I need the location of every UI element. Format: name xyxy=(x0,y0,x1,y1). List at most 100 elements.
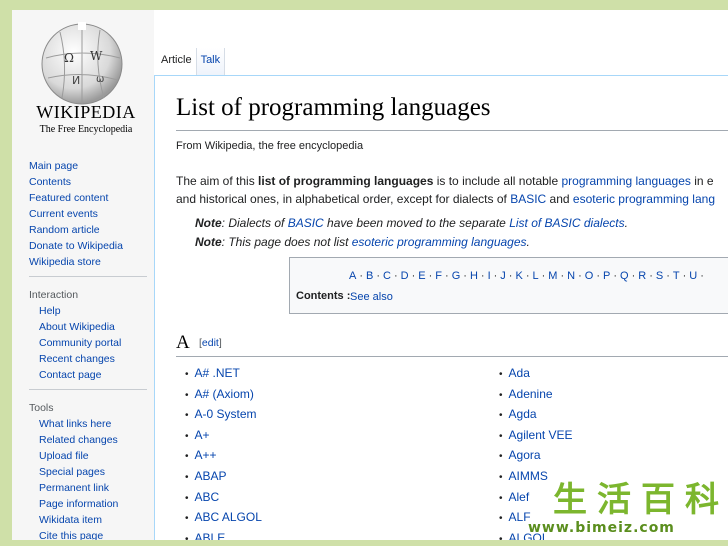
sidebar-item-contact[interactable]: Contact page xyxy=(29,367,149,383)
intro-text: and historical ones, in alphabetical ord… xyxy=(176,192,511,206)
sidebar-item-contents[interactable]: Contents xyxy=(29,174,149,190)
toc-letter-f[interactable]: F xyxy=(435,270,442,282)
language-list-item[interactable]: A-0 System xyxy=(185,405,262,426)
toc-separator: · xyxy=(541,270,546,282)
language-list-item[interactable]: A# .NET xyxy=(185,364,262,385)
sidebar-item-main-page[interactable]: Main page xyxy=(29,158,149,174)
sidebar-navigation: Main page Contents Featured content Curr… xyxy=(29,158,149,540)
wikipedia-tagline: The Free Encyclopedia xyxy=(39,124,133,135)
toc-letter-m[interactable]: M xyxy=(548,270,557,282)
note-text: have been moved to the separate xyxy=(323,216,510,230)
page-subtitle: From Wikipedia, the free encyclopedia xyxy=(176,140,364,152)
link-programming-languages[interactable]: programming languages xyxy=(561,174,690,188)
intro-text: The aim of this xyxy=(176,174,259,188)
language-list-item[interactable]: ABC ALGOL xyxy=(185,508,262,529)
hatnote-esoteric: Note: This page does not list esoteric p… xyxy=(195,235,530,249)
tab-talk[interactable]: Talk xyxy=(196,48,226,75)
language-list-item[interactable]: ABC xyxy=(185,488,262,509)
sidebar-item-cite-page[interactable]: Cite this page xyxy=(29,528,149,540)
toc-letter-t[interactable]: T xyxy=(673,270,680,282)
sidebar-item-what-links-here[interactable]: What links here xyxy=(29,416,149,432)
toc-letter-p[interactable]: P xyxy=(603,270,610,282)
sidebar-item-featured-content[interactable]: Featured content xyxy=(29,190,149,206)
toc-letter-i[interactable]: I xyxy=(488,270,491,282)
sidebar-item-wikidata-item[interactable]: Wikidata item xyxy=(29,512,149,528)
language-list-item[interactable]: A++ xyxy=(185,446,262,467)
toc-separator: · xyxy=(508,270,513,282)
language-list-column-1: A# .NETA# (Axiom)A-0 SystemA+A++ABAPABCA… xyxy=(185,364,262,540)
language-list-item[interactable]: Agda xyxy=(499,405,573,426)
toc-letter-c[interactable]: C xyxy=(383,270,391,282)
toc-letter-s[interactable]: S xyxy=(656,270,663,282)
watermark-character: 百 xyxy=(641,480,675,520)
toc-separator: · xyxy=(428,270,433,282)
tab-article[interactable]: Article xyxy=(157,48,197,75)
toc-letter-l[interactable]: L xyxy=(532,270,538,282)
intro-text: and xyxy=(546,192,573,206)
toc-letter-d[interactable]: D xyxy=(401,270,409,282)
sidebar-item-random-article[interactable]: Random article xyxy=(29,222,149,238)
sidebar: Ω W И ω WIKIPEDIA The Free Encyclopedia … xyxy=(12,10,154,540)
link-basic[interactable]: BASIC xyxy=(510,192,546,206)
note-text: . xyxy=(624,216,628,230)
svg-text:W: W xyxy=(90,49,103,63)
toc-separator: · xyxy=(359,270,364,282)
toc-letter-g[interactable]: G xyxy=(452,270,461,282)
hatnote-basic: Note: Dialects of BASIC have been moved … xyxy=(195,216,628,230)
sidebar-item-recent-changes[interactable]: Recent changes xyxy=(29,351,149,367)
intro-line-2: and historical ones, in alphabetical ord… xyxy=(176,190,715,208)
language-list-item[interactable]: Agilent VEE xyxy=(499,426,573,447)
link-list-basic-dialects[interactable]: List of BASIC dialects xyxy=(509,216,624,230)
sidebar-item-community-portal[interactable]: Community portal xyxy=(29,335,149,351)
wikipedia-globe-logo[interactable]: Ω W И ω xyxy=(38,18,126,106)
sidebar-item-store[interactable]: Wikipedia store xyxy=(29,254,149,270)
toc-letter-b[interactable]: B xyxy=(366,270,373,282)
language-list-item[interactable]: Agora xyxy=(499,446,573,467)
note-text: : Dialects of xyxy=(221,216,288,230)
sidebar-item-permanent-link[interactable]: Permanent link xyxy=(29,480,149,496)
language-list-item[interactable]: Adenine xyxy=(499,385,573,406)
edit-link[interactable]: edit xyxy=(202,337,219,349)
wikipedia-wordmark: WIKIPEDIA xyxy=(36,102,136,122)
page-title: List of programming languages xyxy=(176,94,491,121)
toc-letter-u[interactable]: U xyxy=(689,270,697,282)
section-divider xyxy=(176,356,728,357)
language-list-item[interactable]: A# (Axiom) xyxy=(185,385,262,406)
svg-text:ω: ω xyxy=(96,74,104,85)
sidebar-item-help[interactable]: Help xyxy=(29,303,149,319)
language-list-item[interactable]: A+ xyxy=(185,426,262,447)
sidebar-item-donate[interactable]: Donate to Wikipedia xyxy=(29,238,149,254)
toc-letter-r[interactable]: R xyxy=(638,270,646,282)
toc-letter-n[interactable]: N xyxy=(567,270,575,282)
svg-text:Ω: Ω xyxy=(64,51,74,65)
sidebar-item-special-pages[interactable]: Special pages xyxy=(29,464,149,480)
toc-letter-q[interactable]: Q xyxy=(620,270,629,282)
toc-letter-j[interactable]: J xyxy=(500,270,506,282)
intro-line-1: The aim of this list of programming lang… xyxy=(176,172,714,190)
article-content: List of programming languages From Wikip… xyxy=(154,75,728,540)
toc-letter-e[interactable]: E xyxy=(418,270,425,282)
toc-separator: · xyxy=(463,270,467,282)
toc-letter-a[interactable]: A xyxy=(349,270,356,282)
sidebar-item-upload-file[interactable]: Upload file xyxy=(29,448,149,464)
sidebar-item-current-events[interactable]: Current events xyxy=(29,206,149,222)
language-list-item[interactable]: ABLE xyxy=(185,529,262,540)
watermark: 生活百科 www.bimeiz.com xyxy=(518,482,728,542)
sidebar-item-about[interactable]: About Wikipedia xyxy=(29,319,149,335)
toc-separator: · xyxy=(631,270,636,282)
watermark-characters: 生活百科 xyxy=(550,482,722,518)
link-esoteric-languages[interactable]: esoteric programming languages xyxy=(352,235,527,249)
language-list-item[interactable]: ABAP xyxy=(185,467,262,488)
toc-letter-h[interactable]: H xyxy=(470,270,478,282)
link-esoteric-languages[interactable]: esoteric programming lang xyxy=(573,192,715,206)
toc-letter-k[interactable]: K xyxy=(515,270,522,282)
link-basic[interactable]: BASIC xyxy=(288,216,324,230)
toc-letter-o[interactable]: O xyxy=(585,270,594,282)
language-list-item[interactable]: Ada xyxy=(499,364,573,385)
toc-see-also-link[interactable]: See also xyxy=(350,291,393,303)
toc-separator: · xyxy=(480,270,485,282)
watermark-character: 活 xyxy=(597,480,631,520)
sidebar-item-related-changes[interactable]: Related changes xyxy=(29,432,149,448)
sidebar-item-page-information[interactable]: Page information xyxy=(29,496,149,512)
sidebar-heading-interaction: Interaction xyxy=(29,289,79,301)
